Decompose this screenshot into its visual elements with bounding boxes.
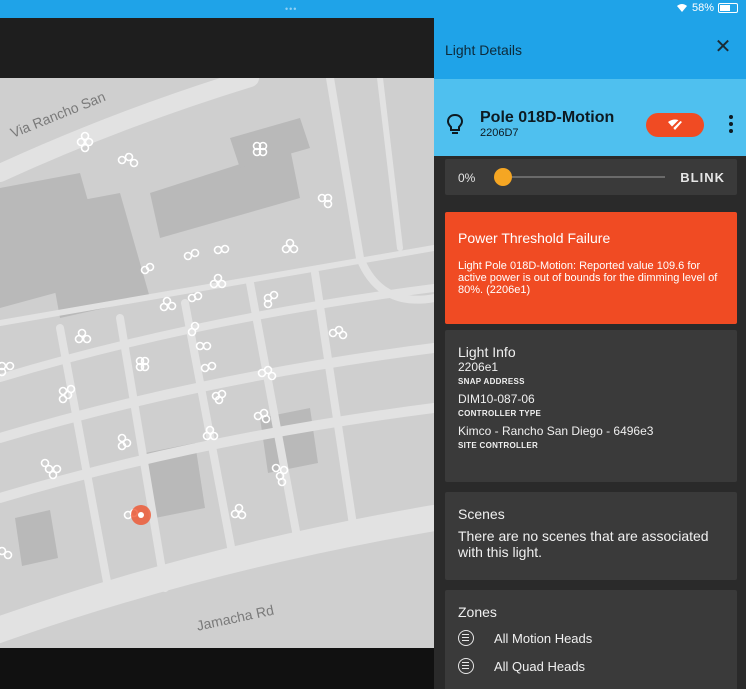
controller-type-label: CONTROLLER TYPE xyxy=(458,409,542,418)
zone-item[interactable]: All Quad Heads xyxy=(458,658,724,674)
building xyxy=(15,510,58,566)
alert-card[interactable]: Power Threshold Failure Light Pole 018D-… xyxy=(445,212,737,324)
dimmer-percent: 0% xyxy=(458,171,476,185)
signal-off-icon xyxy=(668,119,682,131)
zones-title: Zones xyxy=(458,604,497,620)
zone-item[interactable]: All Motion Heads xyxy=(458,630,724,646)
battery-percent: 58% xyxy=(691,2,714,14)
snap-address-value: 2206e1 xyxy=(458,360,499,374)
light-name: Pole 018D-Motion xyxy=(480,109,615,126)
battery-icon xyxy=(718,3,738,13)
map-view[interactable]: Via Rancho San Jamacha Rd xyxy=(0,78,434,648)
panel-header: Light Details ✕ xyxy=(434,18,746,79)
site-controller-value: Kimco - Rancho San Diego - 6496e3 xyxy=(458,424,654,438)
building xyxy=(150,148,300,238)
zone-label: All Motion Heads xyxy=(494,630,593,646)
snap-address-label: SNAP ADDRESS xyxy=(458,377,525,386)
power-toggle-button[interactable] xyxy=(646,113,704,137)
status-right: 58% xyxy=(676,2,738,14)
site-controller-label: SITE CONTROLLER xyxy=(458,441,539,450)
close-icon[interactable]: ✕ xyxy=(712,36,734,58)
map-bottom-bar xyxy=(0,648,434,689)
zone-label: All Quad Heads xyxy=(494,658,586,674)
light-info-card: Light Info 2206e1 SNAP ADDRESS DIM10-087… xyxy=(445,330,737,482)
light-info-title: Light Info xyxy=(458,344,516,360)
light-header: Pole 018D-Motion 2206D7 xyxy=(434,79,746,156)
multitask-dots[interactable]: ••• xyxy=(285,4,297,14)
zone-icon xyxy=(458,658,474,674)
dimmer-slider-track[interactable] xyxy=(503,176,665,178)
controller-type-value: DIM10-087-06 xyxy=(458,392,535,406)
scenes-title: Scenes xyxy=(458,506,505,522)
map-canvas xyxy=(0,78,434,644)
panel-title: Light Details xyxy=(445,42,523,58)
more-vert-icon[interactable] xyxy=(728,115,734,133)
blink-button[interactable]: BLINK xyxy=(680,170,725,185)
light-details-panel: Light Details ✕ Pole 018D-Motion 2206D7 … xyxy=(434,18,746,689)
light-id: 2206D7 xyxy=(480,127,519,139)
dimmer-control: 0% BLINK xyxy=(445,159,737,195)
zones-card: Zones All Motion Heads All Quad Heads xyxy=(445,590,737,689)
status-bar: ••• 58% xyxy=(0,0,746,18)
scenes-empty-text: There are no scenes that are associated … xyxy=(458,528,709,560)
zone-icon xyxy=(458,630,474,646)
map-toolbar xyxy=(0,18,434,78)
lightbulb-icon xyxy=(446,113,464,134)
alert-body: Light Pole 018D-Motion: Reported value 1… xyxy=(458,260,718,296)
scenes-card: Scenes There are no scenes that are asso… xyxy=(445,492,737,580)
alert-title: Power Threshold Failure xyxy=(458,230,611,246)
dimmer-slider-thumb[interactable] xyxy=(494,168,512,186)
selected-light-marker xyxy=(131,505,151,525)
wifi-icon xyxy=(676,4,687,12)
